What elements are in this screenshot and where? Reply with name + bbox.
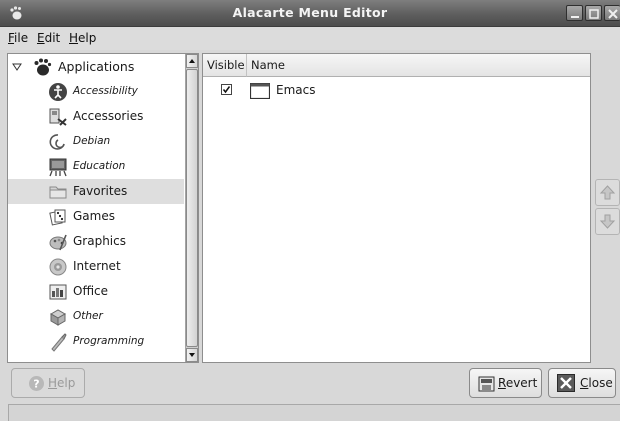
games-icon — [49, 209, 66, 226]
move-up-button[interactable] — [595, 179, 620, 206]
menu-help[interactable]: Help — [69, 31, 96, 45]
revert-button[interactable]: Revert — [469, 368, 542, 398]
tree-item-favorites[interactable]: Favorites — [8, 179, 184, 204]
accessibility-icon — [49, 83, 67, 101]
tree-item-other[interactable]: Other — [8, 304, 184, 329]
tree-item-label: Accessories — [73, 109, 144, 123]
other-icon — [49, 309, 67, 326]
programming-icon — [51, 333, 67, 352]
tree-item-accessories[interactable]: Accessories — [8, 104, 184, 129]
menu-tree[interactable]: Applications Accessibility Accessories D… — [7, 53, 199, 363]
close-button[interactable]: Close — [548, 368, 616, 398]
status-bar — [8, 404, 620, 421]
tree-item-graphics[interactable]: Graphics — [8, 229, 184, 254]
tree-item-label: Favorites — [73, 184, 128, 198]
scroll-thumb[interactable] — [186, 69, 198, 347]
tree-scrollbar[interactable] — [185, 54, 198, 362]
minimize-button[interactable] — [566, 5, 583, 21]
maximize-button[interactable] — [585, 5, 602, 21]
close-icon — [557, 374, 575, 392]
folder-icon — [49, 186, 67, 199]
tree-item-programming[interactable]: Programming — [8, 329, 184, 354]
education-icon — [49, 158, 67, 177]
gnome-foot-icon — [34, 58, 52, 76]
item-name: Emacs — [276, 83, 316, 97]
tree-item-label: Accessibility — [73, 85, 138, 97]
menu-items-list[interactable]: Visible Name Emacs — [202, 53, 591, 363]
graphics-icon — [49, 234, 67, 251]
move-down-button[interactable] — [595, 208, 620, 235]
scroll-up-button[interactable] — [186, 54, 198, 68]
scroll-down-button[interactable] — [186, 348, 198, 362]
menu-bar: File Edit Help — [0, 27, 620, 50]
help-button[interactable]: ? Help — [11, 368, 85, 398]
column-header-name[interactable]: Name — [247, 54, 590, 77]
arrow-up-icon — [189, 59, 195, 63]
title-bar[interactable]: Alacarte Menu Editor — [0, 0, 620, 27]
expander-down-icon[interactable] — [12, 63, 22, 71]
menu-file[interactable]: File — [8, 31, 28, 45]
window-icon — [250, 83, 270, 99]
tree-item-label: Programming — [73, 335, 145, 347]
tree-item-internet[interactable]: Internet — [8, 254, 184, 279]
tree-item-label: Internet — [73, 259, 121, 273]
close-window-button[interactable] — [604, 5, 620, 21]
column-header-visible[interactable]: Visible — [203, 54, 247, 77]
tree-item-office[interactable]: Office — [8, 279, 184, 304]
tree-root-label: Applications — [58, 59, 135, 74]
tree-item-label: Office — [73, 284, 109, 298]
tree-item-label: Other — [73, 310, 103, 322]
tree-item-education[interactable]: Education — [8, 154, 184, 179]
tree-item-label: Games — [73, 209, 115, 223]
accessories-icon — [49, 108, 67, 126]
arrow-up-icon — [599, 185, 616, 200]
tree-item-label: Education — [73, 160, 126, 172]
tree-item-label: Graphics — [73, 234, 126, 248]
visible-checkbox[interactable] — [221, 84, 232, 95]
internet-icon — [49, 258, 67, 276]
help-icon: ? — [29, 376, 44, 391]
tree-item-accessibility[interactable]: Accessibility — [8, 79, 184, 104]
tree-root-applications[interactable]: Applications — [8, 54, 184, 79]
arrow-down-icon — [189, 353, 195, 357]
tree-item-label: Debian — [73, 135, 111, 147]
window-title: Alacarte Menu Editor — [232, 5, 388, 20]
tree-item-debian[interactable]: Debian — [8, 129, 184, 154]
arrow-down-icon — [599, 214, 616, 229]
tree-item-games[interactable]: Games — [8, 204, 184, 229]
debian-icon — [49, 134, 65, 150]
svg-text:?: ? — [33, 378, 39, 391]
revert-icon — [478, 376, 495, 392]
menu-edit[interactable]: Edit — [37, 31, 60, 45]
office-icon — [49, 284, 67, 300]
